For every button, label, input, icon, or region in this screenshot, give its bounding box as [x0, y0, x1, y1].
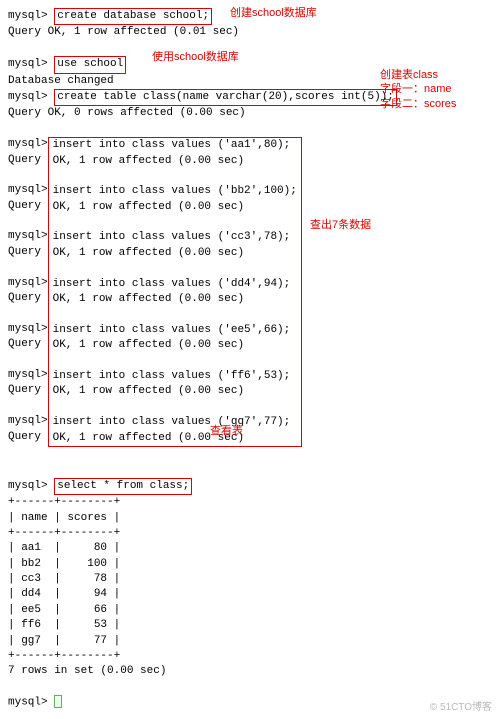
rows-in-set: 7 rows in set (0.00 sec): [8, 664, 492, 679]
table-header: | name | scores |: [8, 511, 492, 526]
table-row: | dd4 | 94 |: [8, 587, 492, 602]
table-row: | bb2 | 100 |: [8, 557, 492, 572]
resp-ok: Query OK, 1 row affected (0.01 sec): [8, 25, 492, 40]
note-create-db: 创建school数据库: [230, 6, 317, 20]
table-row: | cc3 | 78 |: [8, 572, 492, 587]
table-row: | ee5 | 66 |: [8, 603, 492, 618]
note-select: 查看表: [210, 424, 243, 438]
prompt: mysql>: [8, 10, 54, 22]
note-create-table: 创建表class 字段一：name 字段二：scores: [380, 68, 490, 111]
inserts-block: insert into class values ('aa1',80); OK,…: [48, 137, 302, 447]
note-use-db: 使用school数据库: [152, 50, 239, 64]
table-row: | gg7 | 77 |: [8, 634, 492, 649]
cmd-create-table: create table class(name varchar(20),scor…: [54, 89, 397, 106]
table-row: | ff6 | 53 |: [8, 618, 492, 633]
cmd-use-db: use school: [54, 56, 126, 73]
terminal: mysql> create database school; Query OK,…: [8, 8, 492, 711]
cmd-create-db: create database school;: [54, 8, 212, 25]
cmd-select: select * from class;: [54, 478, 192, 495]
watermark: © 51CTO博客: [430, 701, 492, 715]
cursor: [54, 695, 62, 708]
note-inserts: 查出7条数据: [310, 218, 371, 232]
table-border: +------+--------+: [8, 495, 492, 510]
table-row: | aa1 | 80 |: [8, 541, 492, 556]
